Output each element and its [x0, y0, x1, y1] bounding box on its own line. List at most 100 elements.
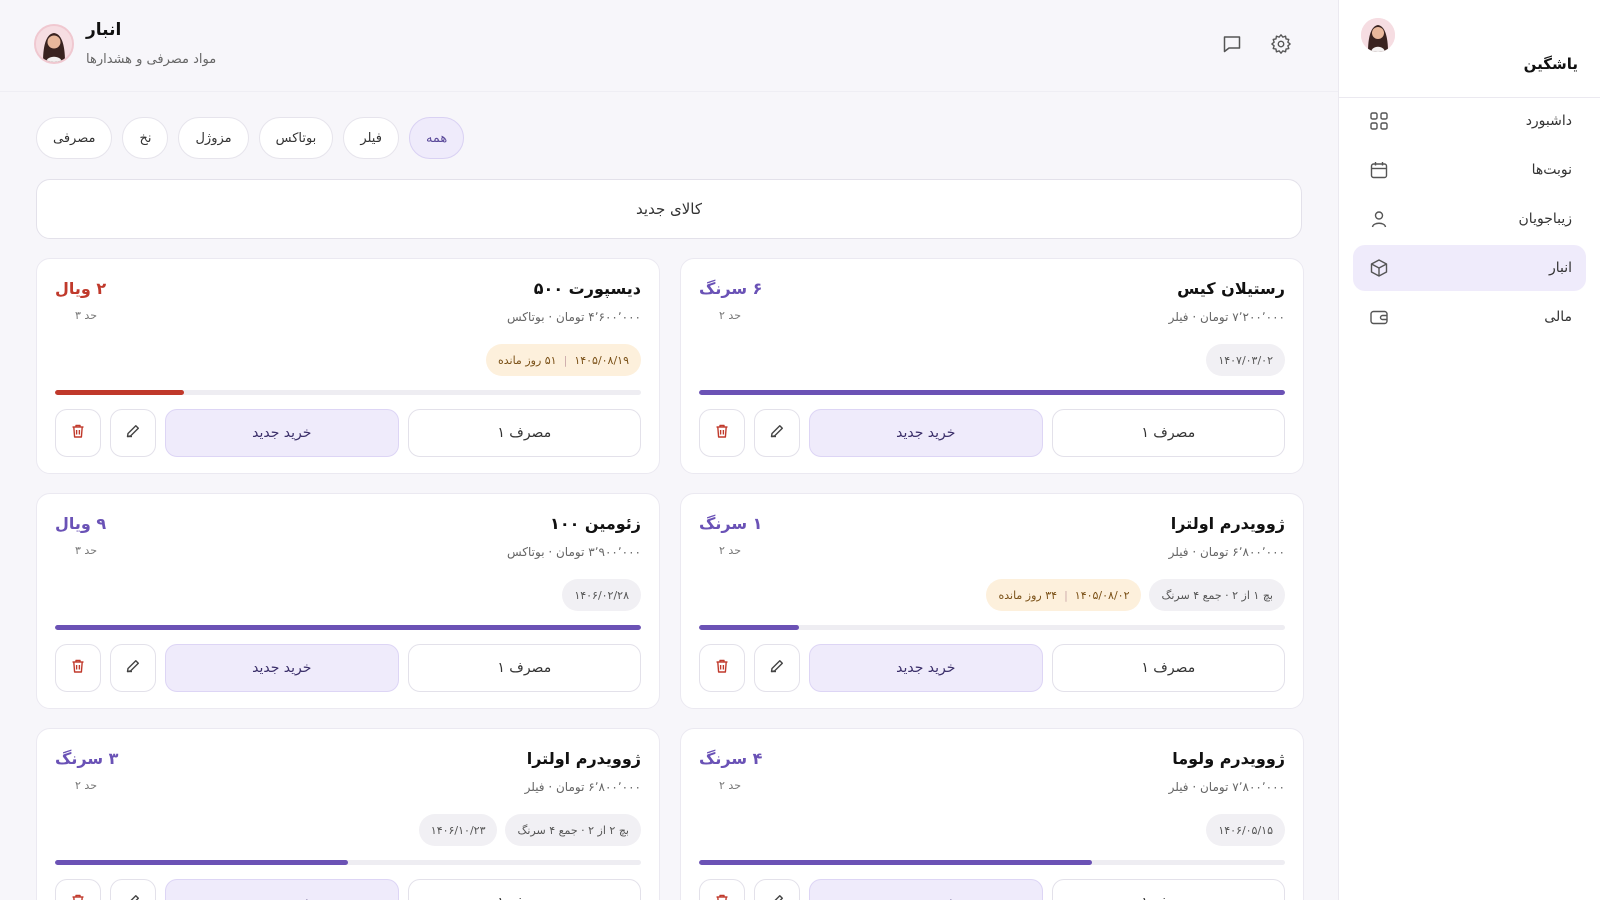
buy-new-button[interactable]: خرید جدید	[165, 644, 399, 692]
use-one-button[interactable]: مصرف ۱	[407, 879, 641, 900]
product-meta: ۶٬۸۰۰٬۰۰۰ تومان · فیلر	[524, 780, 641, 794]
card-actions: مصرف ۱ خرید جدید	[55, 879, 641, 900]
filter-all[interactable]: همه	[408, 117, 465, 159]
sidebar-item-dashboard[interactable]: داشبورد	[1353, 98, 1586, 144]
edit-button[interactable]	[754, 879, 800, 900]
trash-icon	[714, 658, 730, 678]
buy-new-button[interactable]: خرید جدید	[165, 879, 399, 900]
sidebar-item-appointments[interactable]: نوبت‌ها	[1353, 147, 1586, 193]
sidebar-nav: داشبورد نوبت‌ها زیباجویان انبار مالی	[1339, 98, 1600, 340]
stock-progress-bar	[699, 860, 1285, 865]
edit-button[interactable]	[754, 409, 800, 457]
settings-button[interactable]	[1269, 32, 1293, 56]
buy-new-button[interactable]: خرید جدید	[809, 879, 1043, 900]
sidebar-item-label: نوبت‌ها	[1531, 162, 1572, 178]
gear-icon	[1271, 34, 1291, 54]
badge-row: بچ ۲ از ۲ · جمع ۴ سرنگ ۱۴۰۶/۱۰/۲۳	[418, 814, 641, 846]
edit-button[interactable]	[754, 644, 800, 692]
filter-consumable[interactable]: مصرفی	[36, 117, 113, 159]
stock-limit: حد ۲	[719, 544, 741, 557]
calendar-icon	[1369, 160, 1389, 180]
card-actions: مصرف ۱خرید جدید	[55, 644, 641, 692]
buy-new-button[interactable]: خرید جدید	[165, 409, 399, 457]
edit-button[interactable]	[110, 879, 156, 900]
product-card: دیسپورت ۵۰۰ ۴٬۶۰۰٬۰۰۰ تومان · بوتاکس ۲ ویا…	[36, 258, 660, 474]
stock-progress-fill	[55, 860, 348, 865]
stock-limit: حد ۲	[719, 779, 741, 792]
delete-button[interactable]	[699, 879, 745, 900]
badge-row: ۱۴۰۷/۰۳/۰۲	[1206, 344, 1285, 376]
main-content: انبار مواد مصرفی و هشدارها همه فیلر بوتا…	[0, 0, 1338, 900]
badge-separator: |	[1064, 588, 1068, 602]
info-badge: ۱۴۰۶/۰۵/۱۵	[1206, 814, 1285, 846]
pencil-icon	[125, 658, 141, 678]
badge-separator: |	[563, 353, 568, 367]
sidebar-item-inventory[interactable]: انبار	[1353, 245, 1586, 291]
edit-button[interactable]	[110, 644, 156, 692]
user-avatar[interactable]	[34, 24, 74, 64]
sidebar-header: یاشگین	[1339, 0, 1600, 98]
brand-avatar	[1361, 18, 1395, 52]
stock-quantity: ۲ ویال	[55, 279, 107, 298]
trash-icon	[714, 893, 730, 900]
buy-new-button[interactable]: خرید جدید	[809, 644, 1043, 692]
stock-progress-bar	[699, 390, 1285, 395]
delete-button[interactable]	[55, 409, 101, 457]
stock-quantity: ۴ سرنگ	[699, 749, 763, 768]
badge-row: بچ ۱ از ۲ · جمع ۴ سرنگ ۱۴۰۵/۰۸/۰۲ | ۳۴ روز …	[986, 579, 1285, 611]
expiry-date: ۱۴۰۵/۰۸/۱۹	[574, 353, 629, 367]
stock-progress-bar	[55, 860, 641, 865]
use-one-button[interactable]: مصرف ۱	[1051, 644, 1285, 692]
buy-new-button[interactable]: خرید جدید	[809, 409, 1043, 457]
use-one-button[interactable]: مصرف ۱	[407, 644, 641, 692]
info-badge: بچ ۲ از ۲ · جمع ۴ سرنگ	[505, 814, 641, 846]
pencil-icon	[769, 658, 785, 678]
expiry-badge: ۱۴۰۵/۰۸/۰۲ | ۳۴ روز مانده	[986, 579, 1142, 611]
stock-quantity: ۶ سرنگ	[699, 279, 763, 298]
info-badge: ۱۴۰۶/۰۲/۲۸	[562, 579, 641, 611]
edit-button[interactable]	[110, 409, 156, 457]
pencil-icon	[125, 893, 141, 900]
message-button[interactable]	[1220, 32, 1244, 56]
stock-progress-fill	[699, 625, 799, 630]
delete-button[interactable]	[55, 879, 101, 900]
stock-progress-fill	[699, 390, 1285, 395]
new-item-button[interactable]: کالای جدید	[36, 179, 1302, 239]
brand-name: یاشگین	[1523, 55, 1578, 73]
product-card: ژوویدرم اولترا ۶٬۸۰۰٬۰۰۰ تومان · فیلر ۱ سر…	[680, 493, 1304, 709]
stock-progress-fill	[55, 625, 641, 630]
product-name: ژوویدرم ولوما	[1172, 749, 1285, 768]
trash-icon	[70, 658, 86, 678]
filter-botox[interactable]: بوتاکس	[258, 117, 334, 159]
sidebar-item-label: زیباجویان	[1518, 211, 1572, 227]
message-icon	[1223, 36, 1241, 53]
product-name: ژوویدرم اولترا	[1170, 514, 1285, 533]
badge-row: ۱۴۰۶/۰۲/۲۸	[562, 579, 641, 611]
use-one-button[interactable]: مصرف ۱	[1051, 409, 1285, 457]
stock-limit: حد ۲	[75, 779, 97, 792]
card-actions: مصرف ۱ خرید جدید	[699, 879, 1285, 900]
expiry-date: ۱۴۰۵/۰۸/۰۲	[1074, 588, 1130, 602]
sidebar-item-clients[interactable]: زیباجویان	[1353, 196, 1586, 242]
stock-progress-fill	[699, 860, 1092, 865]
page-subtitle: مواد مصرفی و هشدارها	[86, 52, 217, 67]
filter-thread[interactable]: نخ	[122, 117, 169, 159]
card-actions: مصرف ۱خرید جدید	[699, 409, 1285, 457]
filter-mesogel[interactable]: مزوژل	[178, 117, 249, 159]
stock-quantity: ۱ سرنگ	[699, 514, 763, 533]
trash-icon	[70, 423, 86, 443]
pencil-icon	[769, 893, 785, 900]
use-one-button[interactable]: مصرف ۱	[1051, 879, 1285, 900]
product-meta: ۴٬۶۰۰٬۰۰۰ تومان · بوتاکس	[507, 310, 641, 324]
delete-button[interactable]	[699, 409, 745, 457]
product-name: ژوویدرم اولترا	[526, 749, 641, 768]
info-badge: ۱۴۰۷/۰۳/۰۲	[1206, 344, 1285, 376]
filter-filler[interactable]: فیلر	[343, 117, 399, 159]
sidebar-item-finance[interactable]: مالی	[1353, 294, 1586, 340]
product-meta: ۷٬۸۰۰٬۰۰۰ تومان · فیلر	[1168, 780, 1285, 794]
stock-progress-fill	[55, 390, 184, 395]
days-remaining: ۳۴ روز مانده	[998, 588, 1058, 602]
delete-button[interactable]	[55, 644, 101, 692]
delete-button[interactable]	[699, 644, 745, 692]
use-one-button[interactable]: مصرف ۱	[407, 409, 641, 457]
